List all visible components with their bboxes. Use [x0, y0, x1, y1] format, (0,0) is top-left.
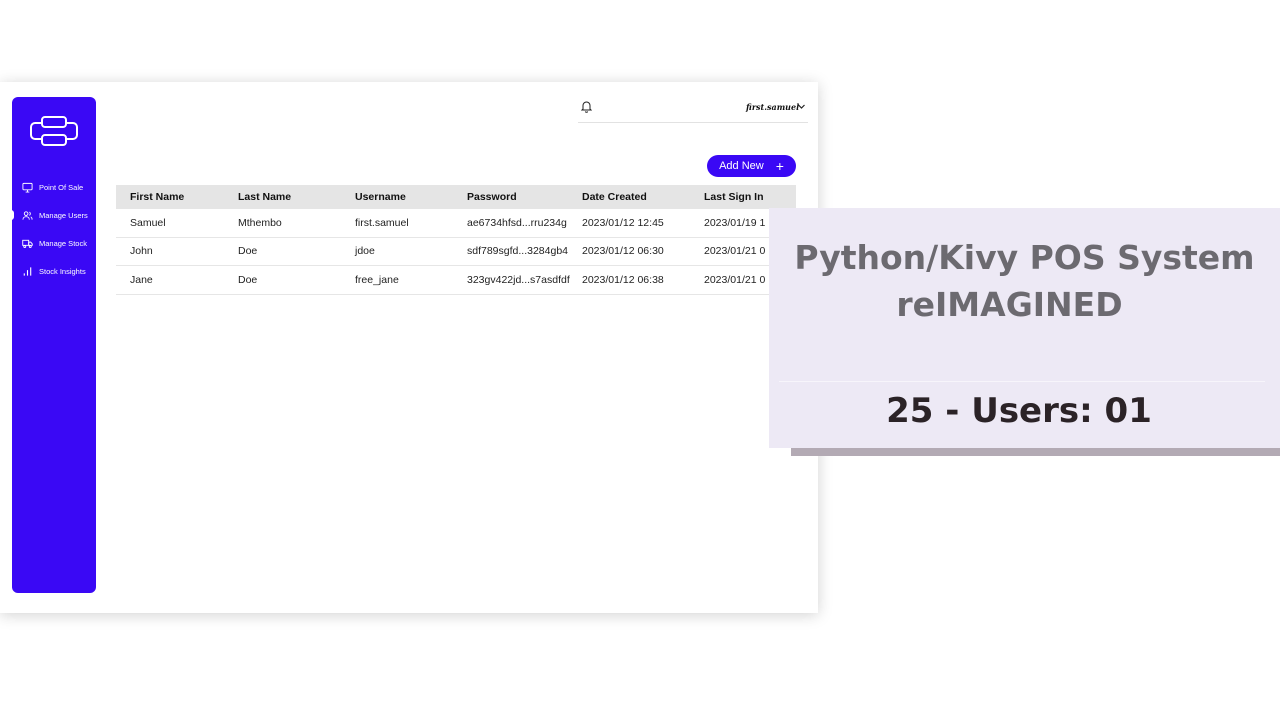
- sidebar: Point Of Sale Manage Users Manage Stock: [8, 97, 96, 593]
- overlay-shadow: [791, 448, 1280, 456]
- overlay-subtitle: 25 - Users: 01: [886, 391, 1152, 431]
- cell-last-sign-in: 2023/01/21 0: [704, 245, 766, 258]
- bell-icon[interactable]: [581, 100, 592, 113]
- sidebar-item-label: Point Of Sale: [39, 182, 84, 192]
- cell-date-created: 2023/01/12 06:38: [582, 273, 664, 286]
- users-icon: [22, 210, 33, 220]
- cell-first-name: Samuel: [130, 216, 166, 229]
- cell-date-created: 2023/01/12 06:30: [582, 245, 664, 258]
- sidebar-item-stock-insights[interactable]: Stock Insights: [12, 261, 96, 281]
- cell-last-name: Mthembo: [238, 216, 282, 229]
- add-new-label: Add New: [719, 160, 764, 172]
- stage: Point Of Sale Manage Users Manage Stock: [0, 0, 1280, 720]
- truck-icon: [22, 239, 33, 248]
- chevron-down-icon[interactable]: [797, 102, 806, 111]
- overlay-title-line-1: Python/Kivy POS System: [794, 238, 1255, 277]
- monitor-icon: [22, 182, 33, 193]
- column-header-date-created[interactable]: Date Created: [582, 191, 647, 203]
- table-row[interactable]: Samuel Mthembo first.samuel ae6734hfsd..…: [116, 209, 796, 238]
- cell-date-created: 2023/01/12 12:45: [582, 216, 664, 229]
- column-header-username[interactable]: Username: [355, 191, 406, 203]
- plus-icon: +: [775, 158, 784, 174]
- users-table: First Name Last Name Username Password D…: [116, 185, 796, 295]
- cell-username: free_jane: [355, 273, 399, 286]
- top-bar: first.samuel: [578, 90, 808, 123]
- column-header-last-name[interactable]: Last Name: [238, 191, 291, 203]
- cell-last-name: Doe: [238, 273, 258, 286]
- cell-password: 323gv422jd...s7asdfdf: [467, 273, 570, 286]
- sidebar-item-point-of-sale[interactable]: Point Of Sale: [12, 177, 96, 197]
- bar-chart-icon: [23, 266, 32, 276]
- column-header-first-name[interactable]: First Name: [130, 191, 184, 203]
- sidebar-item-label: Stock Insights: [39, 266, 86, 276]
- add-new-button[interactable]: Add New +: [707, 155, 796, 177]
- column-header-password[interactable]: Password: [467, 191, 517, 203]
- app-window: Point Of Sale Manage Users Manage Stock: [0, 82, 818, 613]
- cell-last-sign-in: 2023/01/19 1: [704, 216, 766, 229]
- column-header-last-sign-in[interactable]: Last Sign In: [704, 191, 764, 203]
- user-name[interactable]: first.samuel: [746, 102, 799, 112]
- sidebar-item-label: Manage Users: [39, 210, 88, 220]
- overlay-divider: [779, 381, 1265, 382]
- table-row[interactable]: John Doe jdoe sdf789sgfd...3284gb4 2023/…: [116, 238, 796, 266]
- cell-username: first.samuel: [355, 216, 409, 229]
- cell-first-name: John: [130, 245, 153, 258]
- caption-overlay: Python/Kivy POS System reIMAGINED 25 - U…: [769, 208, 1280, 448]
- cell-last-sign-in: 2023/01/21 0: [704, 273, 766, 286]
- logo-icon: [30, 116, 78, 146]
- table-header: First Name Last Name Username Password D…: [116, 185, 796, 209]
- sidebar-item-manage-users[interactable]: Manage Users: [8, 205, 96, 225]
- cell-username: jdoe: [355, 245, 375, 258]
- overlay-title-line-2: reIMAGINED: [896, 285, 1123, 324]
- active-indicator: [8, 210, 14, 220]
- overlay-title: Python/Kivy POS System reIMAGINED: [769, 234, 1280, 328]
- cell-first-name: Jane: [130, 273, 153, 286]
- cell-password: sdf789sgfd...3284gb4: [467, 245, 569, 258]
- table-row[interactable]: Jane Doe free_jane 323gv422jd...s7asdfdf…: [116, 266, 796, 295]
- cell-last-name: Doe: [238, 245, 258, 258]
- cell-password: ae6734hfsd...rru234g: [467, 216, 567, 229]
- sidebar-item-manage-stock[interactable]: Manage Stock: [12, 233, 96, 253]
- sidebar-item-label: Manage Stock: [39, 238, 87, 248]
